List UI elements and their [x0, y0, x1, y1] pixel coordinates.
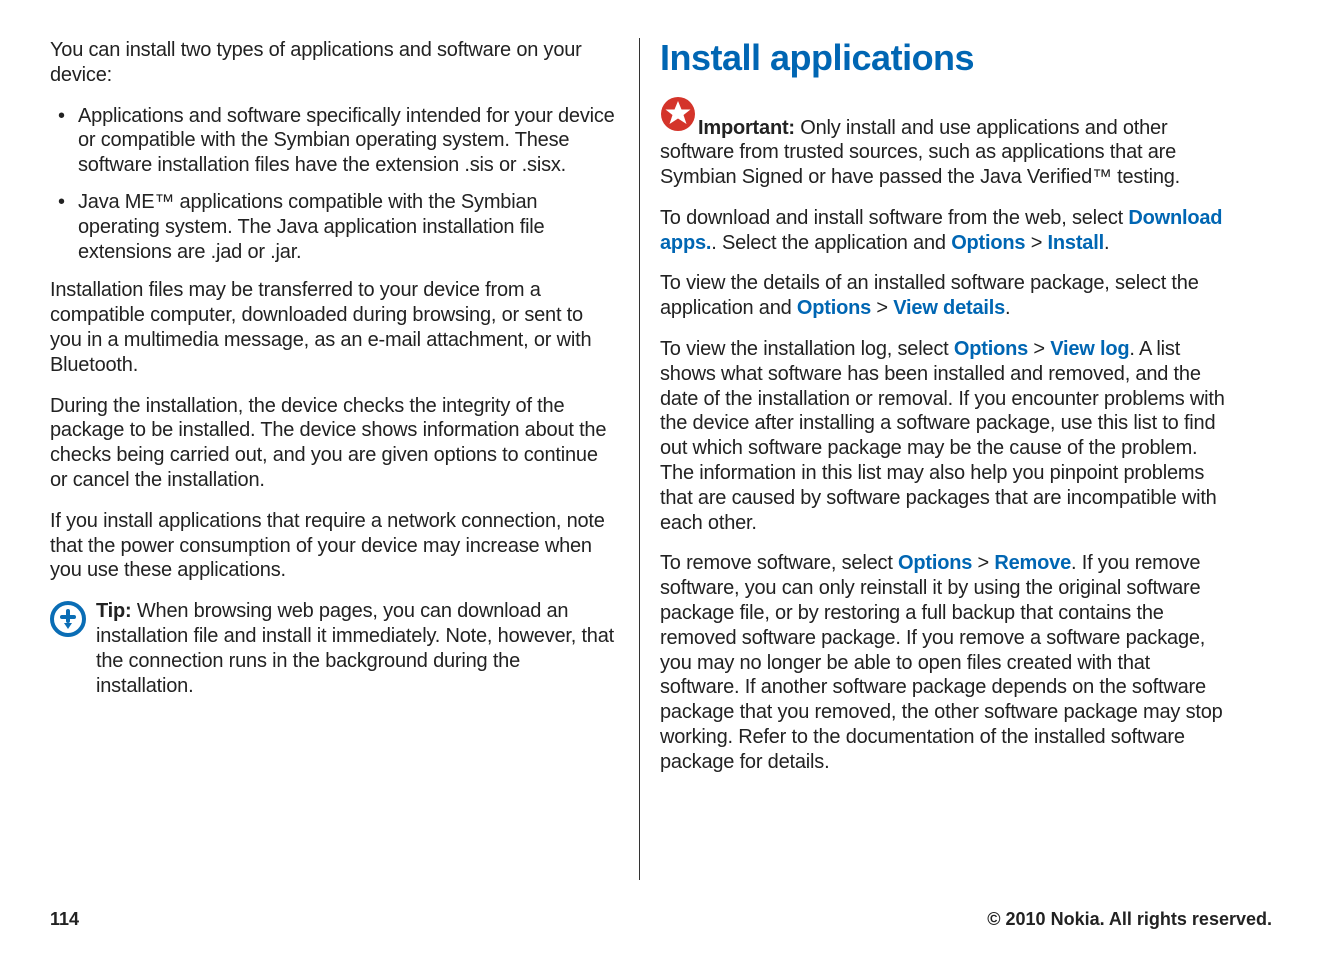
paragraph-transfer: Installation files may be transferred to… [50, 278, 619, 377]
link-remove[interactable]: Remove [994, 552, 1071, 574]
link-options[interactable]: Options [898, 552, 972, 574]
paragraph-integrity: During the installation, the device chec… [50, 394, 619, 493]
paragraph-download: To download and install software from th… [660, 206, 1230, 256]
section-heading: Install applications [660, 38, 1230, 78]
list-item: Applications and software specifically i… [50, 104, 619, 178]
link-options[interactable]: Options [951, 232, 1025, 254]
tip-text: Tip: When browsing web pages, you can do… [96, 599, 619, 698]
left-column: You can install two types of application… [50, 38, 640, 880]
link-view-log[interactable]: View log [1050, 338, 1129, 360]
page-number: 114 [50, 909, 79, 930]
tip-label: Tip: [96, 600, 132, 622]
footer: 114 © 2010 Nokia. All rights reserved. [50, 909, 1272, 930]
important-icon [660, 96, 696, 139]
important-label: Important: [698, 116, 795, 138]
paragraph-view-details: To view the details of an installed soft… [660, 271, 1230, 321]
paragraph-view-log: To view the installation log, select Opt… [660, 337, 1230, 535]
intro-text: You can install two types of application… [50, 38, 619, 88]
list-item: Java ME™ applications compatible with th… [50, 190, 619, 264]
paragraph-network: If you install applications that require… [50, 509, 619, 583]
bullet-list: Applications and software specifically i… [50, 104, 619, 265]
tip-icon [50, 601, 86, 642]
link-options[interactable]: Options [797, 297, 871, 319]
copyright: © 2010 Nokia. All rights reserved. [987, 909, 1272, 930]
link-install[interactable]: Install [1048, 232, 1104, 254]
page-content: You can install two types of application… [0, 0, 1322, 880]
link-view-details[interactable]: View details [893, 297, 1005, 319]
tip-box: Tip: When browsing web pages, you can do… [50, 599, 619, 698]
link-options[interactable]: Options [954, 338, 1028, 360]
paragraph-remove: To remove software, select Options > Rem… [660, 551, 1230, 774]
important-paragraph: Important: Only install and use applicat… [660, 96, 1230, 190]
tip-body: When browsing web pages, you can downloa… [96, 600, 614, 696]
right-column: Install applications Important: Only ins… [640, 38, 1230, 880]
